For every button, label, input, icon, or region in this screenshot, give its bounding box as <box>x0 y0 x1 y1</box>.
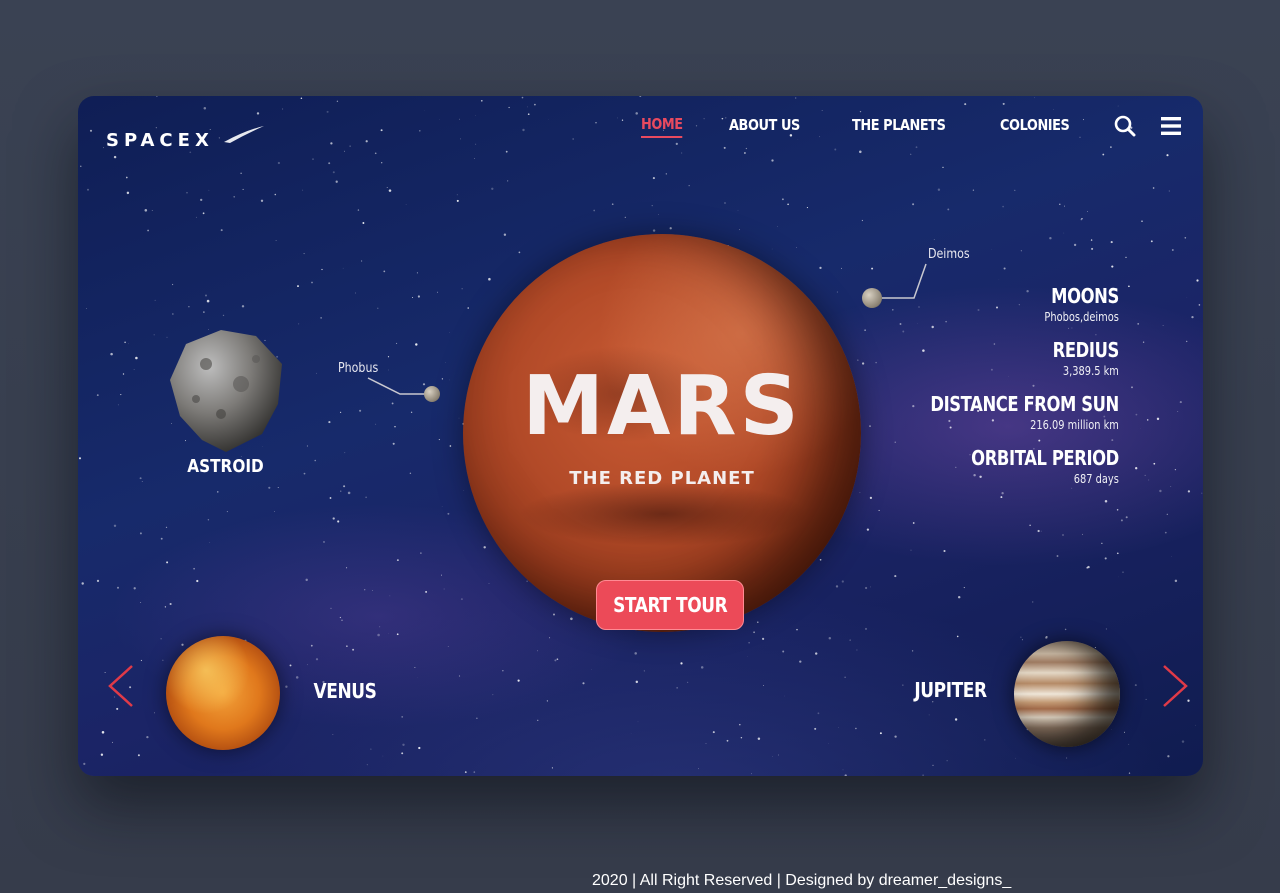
hero-card: SPACEX HOME ABOUT US THE PLANETS COLONIE… <box>78 96 1203 776</box>
jupiter-label[interactable]: JUPITER <box>914 678 987 702</box>
stat-moons: MOONS Phobos,deimos <box>889 284 1120 324</box>
stat-value: Phobos,deimos <box>1044 310 1119 324</box>
stat-radius: REDIUS 3,389.5 km <box>889 338 1120 378</box>
stat-distance-from-sun: DISTANCE FROM SUN 216.09 million km <box>889 392 1120 432</box>
deimos-moon[interactable] <box>862 288 882 308</box>
footer-credit: 2020 | All Right Reserved | Designed by … <box>592 872 1012 889</box>
stat-value: 216.09 million km <box>1030 418 1119 432</box>
start-tour-label: START TOUR <box>612 593 728 617</box>
stat-label: REDIUS <box>1052 338 1120 362</box>
start-tour-button[interactable]: START TOUR <box>596 580 744 630</box>
hero-subtitle: THE RED PLANET <box>569 468 755 489</box>
stat-label: DISTANCE FROM SUN <box>930 392 1120 416</box>
page: SPACEX HOME ABOUT US THE PLANETS COLONIE… <box>0 0 1280 893</box>
stat-label: ORBITAL PERIOD <box>971 446 1119 470</box>
stat-value: 687 days <box>1073 472 1119 486</box>
moon-label-deimos: Deimos <box>928 247 970 262</box>
venus-planet[interactable] <box>166 636 280 750</box>
stat-orbital-period: ORBITAL PERIOD 687 days <box>889 446 1119 486</box>
stat-value: 3,389.5 km <box>1063 364 1119 378</box>
moon-label-phobus: Phobus <box>338 361 379 376</box>
hero-title: MARS <box>522 359 802 454</box>
planet-stats: MOONS Phobos,deimos REDIUS 3,389.5 km DI… <box>889 284 1120 500</box>
stat-label: MOONS <box>1051 284 1119 308</box>
chevron-right-icon[interactable] <box>1160 662 1190 710</box>
venus-label[interactable]: VENUS <box>314 679 377 703</box>
jupiter-planet[interactable] <box>1014 641 1120 747</box>
chevron-left-icon[interactable] <box>106 662 136 710</box>
phobos-moon[interactable] <box>424 386 440 402</box>
